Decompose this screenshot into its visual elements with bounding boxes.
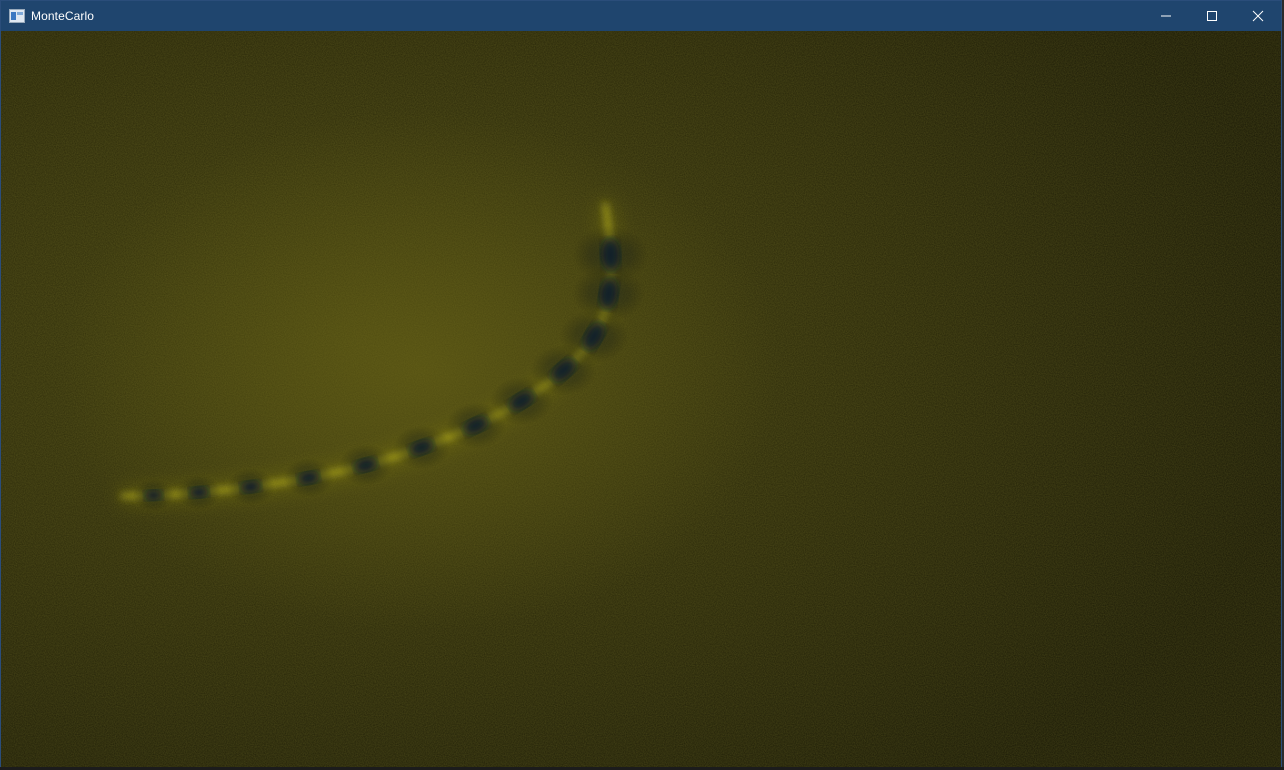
close-button[interactable] (1235, 1, 1281, 31)
maximize-icon (1207, 11, 1217, 21)
window-title: MonteCarlo (31, 9, 95, 23)
render-surface (1, 31, 1281, 767)
minimize-icon (1161, 15, 1171, 17)
maximize-button[interactable] (1189, 1, 1235, 31)
render-canvas[interactable] (1, 31, 1281, 767)
app-window: MonteCarlo (0, 0, 1282, 767)
close-icon (1252, 10, 1264, 22)
title-bar[interactable]: MonteCarlo (1, 1, 1281, 31)
app-icon (9, 8, 25, 24)
glow-haze (61, 111, 781, 631)
minimize-button[interactable] (1143, 1, 1189, 31)
